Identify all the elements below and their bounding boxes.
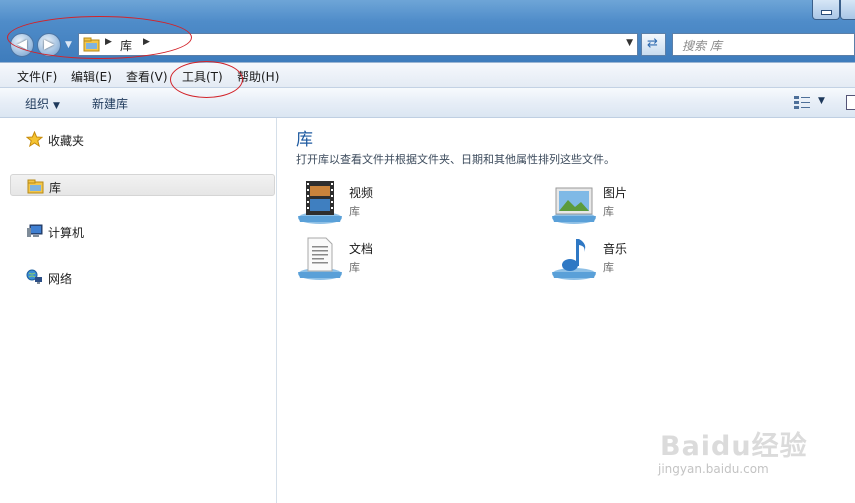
minimize-button[interactable] xyxy=(812,0,840,20)
preview-pane-icon[interactable] xyxy=(846,95,855,110)
music-library-icon xyxy=(552,239,596,280)
sidebar-item-label: 网络 xyxy=(48,272,73,286)
menu-edit[interactable]: 编辑(E) xyxy=(71,68,112,85)
library-tile-documents[interactable]: 文档 库 xyxy=(296,236,496,286)
pictures-library-icon xyxy=(552,187,596,224)
command-bar: 组织 ▼ 新建库 ▼ xyxy=(0,88,855,118)
sidebar-item-label: 库 xyxy=(49,181,62,195)
documents-library-icon xyxy=(298,237,342,280)
highlight-annotation-tools xyxy=(170,61,243,98)
new-library-button[interactable]: 新建库 xyxy=(92,95,128,112)
library-name: 音乐 xyxy=(603,242,628,256)
library-type: 库 xyxy=(603,261,614,274)
refresh-icon: ⇄ xyxy=(647,36,658,51)
menu-help[interactable]: 帮助(H) xyxy=(237,68,279,85)
library-tile-videos[interactable]: 视频 库 xyxy=(296,180,496,230)
address-dropdown-icon[interactable]: ▼ xyxy=(626,38,633,48)
library-type: 库 xyxy=(603,205,614,218)
watermark: Baidu经验 jingyan.baidu.com xyxy=(648,412,818,482)
organize-label: 组织 xyxy=(25,97,50,111)
page-description: 打开库以查看文件并根据文件夹、日期和其他属性排列这些文件。 xyxy=(296,153,615,166)
watermark-url: jingyan.baidu.com xyxy=(658,462,769,476)
menu-view[interactable]: 查看(V) xyxy=(126,68,168,85)
change-view-icon[interactable] xyxy=(793,95,811,110)
chevron-down-icon: ▼ xyxy=(53,101,60,111)
library-tile-pictures[interactable]: 图片 库 xyxy=(550,180,750,230)
highlight-annotation-address xyxy=(7,16,192,59)
library-name: 图片 xyxy=(603,186,628,200)
star-icon xyxy=(26,131,43,147)
organize-button[interactable]: 组织 ▼ xyxy=(25,95,60,112)
watermark-logo-text: Baidu经验 xyxy=(660,431,808,462)
computer-icon xyxy=(27,224,43,237)
refresh-button[interactable]: ⇄ xyxy=(641,33,666,56)
navigation-pane: 收藏夹 库 计算机 网络 xyxy=(0,118,277,503)
page-title: 库 xyxy=(296,130,313,150)
library-type: 库 xyxy=(349,205,360,218)
maximize-button[interactable] xyxy=(840,0,855,20)
sidebar-item-libraries[interactable]: 库 xyxy=(10,174,275,196)
library-icon xyxy=(27,179,44,194)
menu-bar: 文件(F) 编辑(E) 查看(V) 工具(T) 帮助(H) xyxy=(0,62,855,88)
sidebar-item-computer[interactable]: 计算机 xyxy=(10,220,275,242)
library-name: 文档 xyxy=(349,242,374,256)
sidebar-item-label: 收藏夹 xyxy=(48,134,85,148)
library-type: 库 xyxy=(349,261,360,274)
sidebar-item-favorites[interactable]: 收藏夹 xyxy=(10,128,275,150)
view-options-dropdown-icon[interactable]: ▼ xyxy=(818,96,825,106)
menu-file[interactable]: 文件(F) xyxy=(17,68,57,85)
sidebar-item-network[interactable]: 网络 xyxy=(10,266,275,288)
sidebar-item-label: 计算机 xyxy=(48,226,85,240)
search-placeholder: 搜索 库 xyxy=(682,39,722,53)
network-icon xyxy=(26,269,42,284)
search-input[interactable]: 搜索 库 xyxy=(672,33,855,56)
library-name: 视频 xyxy=(349,186,374,200)
library-tile-music[interactable]: 音乐 库 xyxy=(550,236,750,286)
video-library-icon xyxy=(298,181,342,224)
